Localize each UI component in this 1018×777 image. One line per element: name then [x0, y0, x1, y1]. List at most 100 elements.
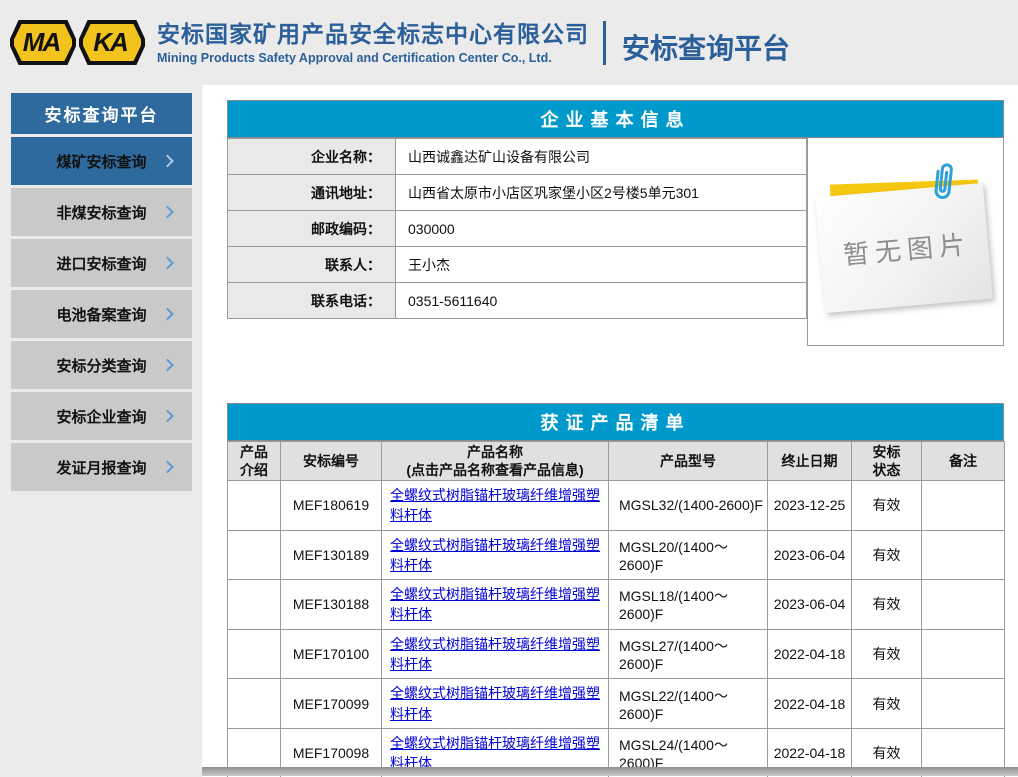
product-name-link[interactable]: 全螺纹式树脂锚杆玻璃纤维增强塑料杆体	[390, 685, 600, 721]
sidebar-item-battery-record-query[interactable]: 电池备案查询	[11, 290, 192, 338]
products-table: 产品 介绍 安标编号 产品名称 (点击产品名称查看产品信息) 产品型号 终止日期…	[227, 441, 1005, 777]
table-row: 联系电话： 0351-5611640	[228, 283, 807, 319]
col-product-name: 产品名称 (点击产品名称查看产品信息)	[382, 442, 609, 481]
product-intro-cell	[228, 530, 281, 580]
products-title: 获证产品清单	[227, 403, 1004, 441]
main-content: 企业基本信息 企业名称： 山西诚鑫达矿山设备有限公司 通讯地址： 山西省太原市小…	[202, 85, 1018, 777]
product-model-cell: MGSL32/(1400-2600)F	[609, 481, 768, 531]
col-product-model: 产品型号	[609, 442, 768, 481]
product-name-link[interactable]: 全螺纹式树脂锚杆玻璃纤维增强塑料杆体	[390, 636, 600, 672]
status-cell: 有效	[852, 481, 922, 531]
status-cell: 有效	[852, 580, 922, 630]
paperclip-icon	[928, 159, 958, 205]
product-intro-cell	[228, 580, 281, 630]
product-model-cell: MGSL18/(1400～2600)F	[609, 580, 768, 630]
sidebar-item-non-coal-query[interactable]: 非煤安标查询	[11, 188, 192, 236]
col-remark: 备注	[922, 442, 1005, 481]
maka-logo: MA KA	[10, 20, 145, 65]
table-row: MEF130189 全螺纹式树脂锚杆玻璃纤维增强塑料杆体 MGSL20/(140…	[228, 530, 1005, 580]
header-divider	[603, 21, 606, 65]
sidebar: 安标查询平台 煤矿安标查询 非煤安标查询 进口安标查询 电池备案查询 安标分类查…	[11, 93, 192, 491]
table-row: 企业名称： 山西诚鑫达矿山设备有限公司	[228, 139, 807, 175]
ma-badge-text: MA	[14, 24, 72, 61]
end-date-cell: 2022-04-18	[768, 629, 852, 679]
cert-code-cell: MEF130189	[281, 530, 382, 580]
sidebar-item-import-query[interactable]: 进口安标查询	[11, 239, 192, 287]
platform-title: 安标查询平台	[622, 19, 790, 67]
end-date-cell: 2022-04-18	[768, 679, 852, 729]
end-date-cell: 2023-12-25	[768, 481, 852, 531]
product-image-placeholder: 暂无图片	[807, 138, 1004, 346]
sidebar-item-label: 安标分类查询	[56, 355, 146, 376]
contact-person-label: 联系人：	[228, 247, 396, 283]
table-row: 通讯地址： 山西省太原市小店区巩家堡小区2号楼5单元301	[228, 175, 807, 211]
table-row: MEF130188 全螺纹式树脂锚杆玻璃纤维增强塑料杆体 MGSL18/(140…	[228, 580, 1005, 630]
contact-person-value: 王小杰	[396, 247, 807, 283]
postal-code-value: 030000	[396, 211, 807, 247]
remark-cell	[922, 580, 1005, 630]
sidebar-item-label: 发证月报查询	[56, 457, 146, 478]
table-row: 联系人： 王小杰	[228, 247, 807, 283]
table-row: 邮政编码： 030000	[228, 211, 807, 247]
product-model-cell: MGSL22/(1400～2600)F	[609, 679, 768, 729]
product-intro-cell	[228, 679, 281, 729]
company-info-table: 企业名称： 山西诚鑫达矿山设备有限公司 通讯地址： 山西省太原市小店区巩家堡小区…	[227, 138, 807, 319]
company-info-title: 企业基本信息	[227, 100, 1004, 138]
col-product-intro: 产品 介绍	[228, 442, 281, 481]
postal-code-label: 邮政编码：	[228, 211, 396, 247]
col-status: 安标 状态	[852, 442, 922, 481]
phone-label: 联系电话：	[228, 283, 396, 319]
sidebar-item-label: 电池备案查询	[56, 304, 146, 325]
ka-badge-text: KA	[83, 24, 141, 61]
table-row: MEF170100 全螺纹式树脂锚杆玻璃纤维增强塑料杆体 MGSL27/(140…	[228, 629, 1005, 679]
product-name-link[interactable]: 全螺纹式树脂锚杆玻璃纤维增强塑料杆体	[390, 735, 600, 771]
product-model-cell: MGSL20/(1400～2600)F	[609, 530, 768, 580]
remark-cell	[922, 481, 1005, 531]
sidebar-header: 安标查询平台	[11, 93, 192, 134]
sidebar-item-coal-mine-query[interactable]: 煤矿安标查询	[11, 137, 192, 185]
remark-cell	[922, 530, 1005, 580]
org-name-en: Mining Products Safety Approval and Cert…	[157, 51, 589, 65]
sidebar-item-enterprise-query[interactable]: 安标企业查询	[11, 392, 192, 440]
company-name-value: 山西诚鑫达矿山设备有限公司	[396, 139, 807, 175]
sidebar-item-label: 煤矿安标查询	[56, 151, 146, 172]
sidebar-column: 安标查询平台 煤矿安标查询 非煤安标查询 进口安标查询 电池备案查询 安标分类查…	[0, 85, 202, 777]
chevron-right-icon	[161, 461, 174, 474]
product-name-link[interactable]: 全螺纹式树脂锚杆玻璃纤维增强塑料杆体	[390, 537, 600, 573]
product-intro-cell	[228, 481, 281, 531]
end-date-cell: 2023-06-04	[768, 580, 852, 630]
sidebar-item-label: 安标企业查询	[56, 406, 146, 427]
sidebar-item-label: 非煤安标查询	[56, 202, 146, 223]
chevron-right-icon	[161, 155, 174, 168]
sidebar-item-label: 进口安标查询	[56, 253, 146, 274]
sidebar-item-monthly-report-query[interactable]: 发证月报查询	[11, 443, 192, 491]
address-value: 山西省太原市小店区巩家堡小区2号楼5单元301	[396, 175, 807, 211]
table-header-row: 产品 介绍 安标编号 产品名称 (点击产品名称查看产品信息) 产品型号 终止日期…	[228, 442, 1005, 481]
company-info-section: 企业基本信息 企业名称： 山西诚鑫达矿山设备有限公司 通讯地址： 山西省太原市小…	[227, 100, 1004, 383]
cert-code-cell: MEF130188	[281, 580, 382, 630]
no-image-card: 暂无图片	[815, 183, 992, 313]
chevron-right-icon	[161, 410, 174, 423]
end-date-cell: 2023-06-04	[768, 530, 852, 580]
table-row: MEF170099 全螺纹式树脂锚杆玻璃纤维增强塑料杆体 MGSL22/(140…	[228, 679, 1005, 729]
page-header: MA KA 安标国家矿用产品安全标志中心有限公司 Mining Products…	[0, 0, 1018, 85]
horizontal-scrollbar[interactable]	[202, 767, 1018, 776]
chevron-right-icon	[161, 308, 174, 321]
cert-code-cell: MEF180619	[281, 481, 382, 531]
ma-badge-icon: MA	[10, 20, 76, 65]
company-name-label: 企业名称：	[228, 139, 396, 175]
ka-badge-icon: KA	[79, 20, 145, 65]
sidebar-item-classification-query[interactable]: 安标分类查询	[11, 341, 192, 389]
cert-code-cell: MEF170099	[281, 679, 382, 729]
org-title-block: 安标国家矿用产品安全标志中心有限公司 Mining Products Safet…	[157, 20, 589, 65]
chevron-right-icon	[161, 359, 174, 372]
cert-code-cell: MEF170100	[281, 629, 382, 679]
address-label: 通讯地址：	[228, 175, 396, 211]
status-cell: 有效	[852, 629, 922, 679]
product-name-link[interactable]: 全螺纹式树脂锚杆玻璃纤维增强塑料杆体	[390, 586, 600, 622]
status-cell: 有效	[852, 679, 922, 729]
phone-value: 0351-5611640	[396, 283, 807, 319]
chevron-right-icon	[161, 257, 174, 270]
product-name-link[interactable]: 全螺纹式树脂锚杆玻璃纤维增强塑料杆体	[390, 487, 600, 523]
table-row: MEF180619 全螺纹式树脂锚杆玻璃纤维增强塑料杆体 MGSL32/(140…	[228, 481, 1005, 531]
